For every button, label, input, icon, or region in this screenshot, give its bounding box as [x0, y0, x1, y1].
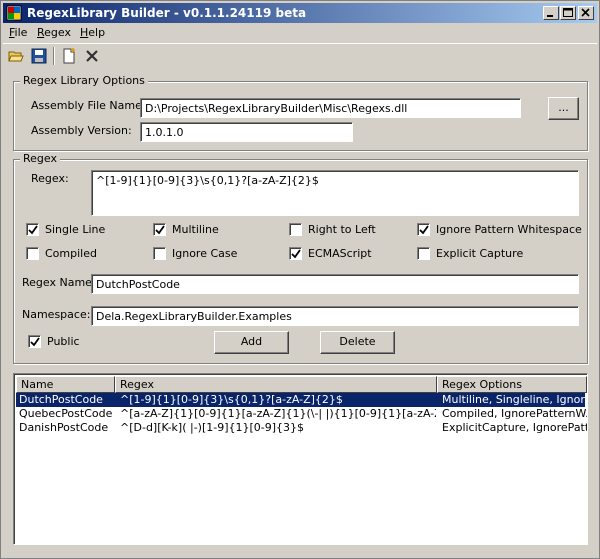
minimize-button[interactable] [543, 6, 559, 20]
menu-regex[interactable]: Regex [37, 26, 71, 39]
assembly-version-field[interactable]: 1.0.1.0 [140, 122, 353, 142]
save-icon[interactable] [29, 46, 49, 66]
row-name: DanishPostCode [19, 421, 109, 434]
library-options-legend: Regex Library Options [20, 74, 148, 87]
ecmascript-label: ECMAScript [308, 247, 372, 260]
browse-button[interactable]: ... [548, 97, 579, 120]
regex-label: Regex: [31, 172, 69, 185]
list-row[interactable]: DutchPostCode ^[1-9]{1}[0-9]{3}\s{0,1}?[… [16, 393, 587, 407]
row-options: ExplicitCapture, IgnorePatt... [442, 421, 587, 434]
delete-x-icon[interactable] [82, 46, 102, 66]
checkbox-box[interactable] [153, 223, 166, 236]
assembly-file-label: Assembly File Name: [31, 99, 146, 112]
assembly-file-field[interactable]: D:\Projects\RegexLibraryBuilder\Misc\Reg… [140, 98, 521, 118]
multiline-label: Multiline [172, 223, 219, 236]
menu-file[interactable]: File [9, 26, 27, 39]
new-document-icon[interactable] [59, 46, 79, 66]
ignore-case-label: Ignore Case [172, 247, 238, 260]
row-name: DutchPostCode [19, 393, 103, 406]
menu-help[interactable]: Help [80, 26, 105, 39]
compiled-label: Compiled [45, 247, 97, 260]
regex-list[interactable]: Name Regex Regex Options DutchPostCode ^… [13, 373, 588, 545]
maximize-button[interactable] [560, 6, 576, 20]
single-line-label: Single Line [45, 223, 106, 236]
row-regex: ^[a-zA-Z]{1}[0-9]{1}[a-zA-Z]{1}(\-| |){1… [120, 407, 436, 420]
right-to-left-label: Right to Left [308, 223, 376, 236]
delete-button[interactable]: Delete [320, 331, 395, 354]
close-button[interactable] [578, 6, 594, 20]
list-header: Name Regex Regex Options [16, 376, 587, 393]
title-bar[interactable]: RegexLibrary Builder - v0.1.1.24119 beta [3, 3, 597, 23]
row-options: Compiled, IgnorePatternW... [442, 407, 587, 420]
toolbar-separator [53, 47, 55, 65]
main-window: RegexLibrary Builder - v0.1.1.24119 beta… [0, 0, 600, 559]
regex-name-field[interactable]: DutchPostCode [91, 274, 579, 294]
checkbox-box[interactable] [417, 223, 430, 236]
checkbox-box[interactable] [417, 247, 430, 260]
checkbox-box[interactable] [28, 335, 41, 348]
checkbox-box[interactable] [289, 247, 302, 260]
column-header-name[interactable]: Name [16, 376, 115, 393]
namespace-field[interactable]: Dela.RegexLibraryBuilder.Examples [91, 306, 579, 326]
regex-name-label: Regex Name: [22, 276, 96, 289]
checkbox-box[interactable] [26, 223, 39, 236]
row-regex: ^[1-9]{1}[0-9]{3}\s{0,1}?[a-zA-Z]{2}$ [120, 393, 343, 406]
regex-legend: Regex [20, 152, 60, 165]
ignore-pattern-whitespace-label: Ignore Pattern Whitespace [436, 223, 582, 236]
checkbox-box[interactable] [26, 247, 39, 260]
public-label: Public [47, 335, 80, 348]
explicit-capture-label: Explicit Capture [436, 247, 524, 260]
row-name: QuebecPostCode [19, 407, 113, 420]
checkbox-box[interactable] [289, 223, 302, 236]
toolbar [3, 43, 597, 67]
row-options: Multiline, Singleline, Ignore... [442, 393, 587, 406]
row-regex: ^[D-d][K-k]( |-)[1-9]{1}[0-9]{3}$ [120, 421, 305, 434]
regex-textarea[interactable]: ^[1-9]{1}[0-9]{3}\s{0,1}?[a-zA-Z]{2}$ [91, 170, 579, 216]
namespace-label: Namespace: [22, 308, 91, 321]
column-header-regex[interactable]: Regex [115, 376, 437, 393]
list-row[interactable]: QuebecPostCode ^[a-zA-Z]{1}[0-9]{1}[a-zA… [16, 407, 587, 421]
assembly-version-label: Assembly Version: [31, 124, 132, 137]
open-folder-icon[interactable] [6, 46, 26, 66]
column-header-options[interactable]: Regex Options [437, 376, 587, 393]
menu-bar: File Regex Help [3, 24, 597, 42]
window-title: RegexLibrary Builder - v0.1.1.24119 beta [27, 6, 307, 20]
list-row[interactable]: DanishPostCode ^[D-d][K-k]( |-)[1-9]{1}[… [16, 421, 587, 435]
add-button[interactable]: Add [214, 331, 289, 354]
app-icon [6, 5, 22, 21]
checkbox-box[interactable] [153, 247, 166, 260]
